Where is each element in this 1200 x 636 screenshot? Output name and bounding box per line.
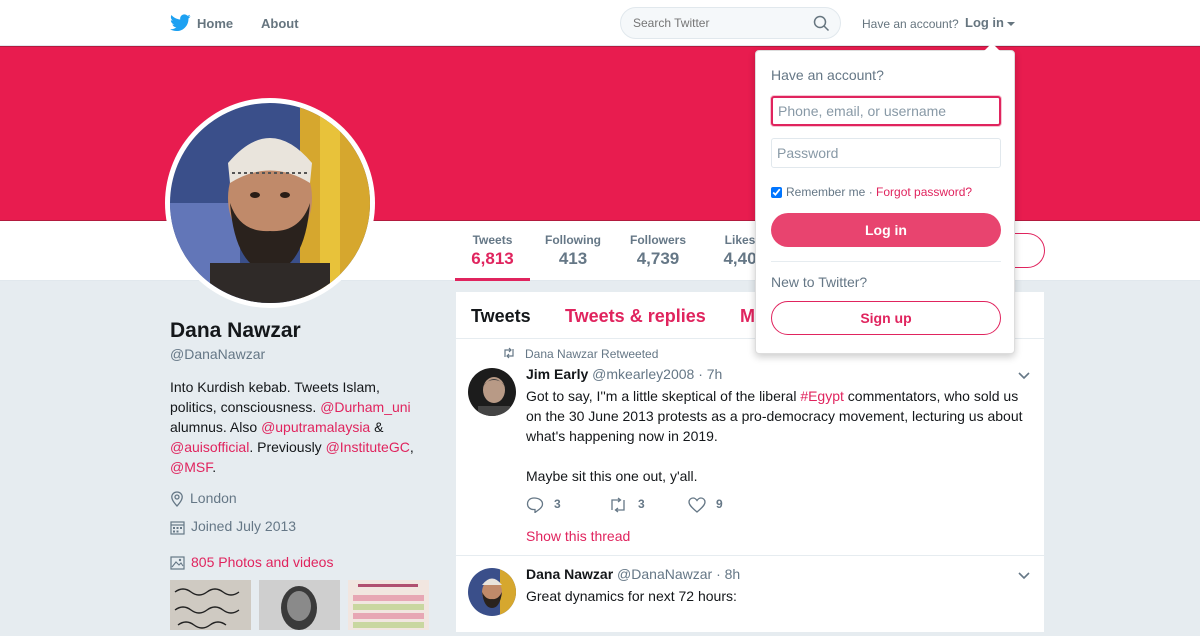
- search-icon[interactable]: [813, 15, 830, 32]
- reply-icon: [526, 497, 544, 514]
- have-account-text: Have an account?: [862, 17, 959, 31]
- heart-icon: [688, 497, 706, 513]
- stat-following[interactable]: Following 413: [543, 233, 603, 269]
- login-button[interactable]: Log in: [771, 213, 1001, 247]
- bio-mention-link[interactable]: @Durham_uni: [320, 399, 410, 415]
- location-text: London: [190, 490, 237, 506]
- image-icon: [170, 556, 185, 570]
- location-pin-icon: [171, 491, 183, 508]
- media-thumbnail[interactable]: [170, 580, 251, 630]
- bio-mention-link[interactable]: @uputramalaysia: [261, 419, 370, 435]
- media-thumbnail[interactable]: [348, 580, 429, 630]
- twitter-bird-icon[interactable]: [170, 14, 191, 32]
- profile-joined-date: Joined July 2013: [170, 518, 296, 535]
- reply-count: 3: [554, 497, 561, 512]
- like-count: 9: [716, 497, 723, 512]
- stat-label: Following: [545, 233, 601, 247]
- tweet-text-part: Got to say, I''m a little skeptical of t…: [526, 388, 801, 404]
- password-input[interactable]: [771, 138, 1001, 168]
- stat-value: 6,813: [471, 249, 514, 268]
- stat-followers[interactable]: Followers 4,739: [628, 233, 688, 269]
- tweet-item[interactable]: Dana Nawzar @DanaNawzar · 8h Great dynam…: [456, 556, 1044, 636]
- photos-label: 805 Photos and videos: [191, 554, 334, 570]
- calendar-icon: [170, 521, 185, 535]
- profile-name[interactable]: Dana Nawzar: [170, 319, 301, 343]
- bio-text: ,: [409, 439, 414, 455]
- media-thumbnail[interactable]: [259, 580, 340, 630]
- tweet-timestamp[interactable]: · 8h: [716, 566, 740, 582]
- retweet-small-icon: [504, 347, 514, 359]
- bio-text: alumnus. Also: [170, 419, 262, 435]
- tweet-author-handle[interactable]: @DanaNawzar: [617, 566, 712, 582]
- remember-me-label[interactable]: Remember me: [786, 185, 865, 199]
- top-navigation-bar: Home About Have an account? Log in: [0, 0, 1200, 46]
- profile-handle[interactable]: @DanaNawzar: [170, 346, 265, 362]
- tweet-header: Dana Nawzar @DanaNawzar · 8h: [526, 566, 740, 582]
- caret-down-icon: [1007, 21, 1015, 26]
- tweet-avatar[interactable]: [468, 568, 516, 616]
- show-thread-link[interactable]: Show this thread: [526, 528, 630, 544]
- tweet-header: Jim Early @mkearley2008 · 7h: [526, 366, 722, 382]
- tweet-text: Got to say, I''m a little skeptical of t…: [526, 386, 1036, 446]
- hashtag-link[interactable]: #Egypt: [800, 388, 844, 404]
- stat-label: Tweets: [472, 233, 513, 247]
- retweet-count: 3: [638, 497, 645, 512]
- profile-location: London: [170, 490, 237, 508]
- tweet-author-name[interactable]: Jim Early: [526, 366, 588, 382]
- tab-media[interactable]: M: [740, 306, 755, 327]
- photos-and-videos-link[interactable]: 805 Photos and videos: [170, 554, 333, 570]
- forgot-password-link[interactable]: Forgot password?: [876, 185, 972, 199]
- tweet-item[interactable]: Dana Nawzar Retweeted Jim Early @mkearle…: [456, 339, 1044, 556]
- retweet-button[interactable]: 3: [608, 497, 645, 513]
- tweet-author-handle[interactable]: @mkearley2008: [592, 366, 694, 382]
- avatar-photo: [170, 103, 370, 303]
- username-input[interactable]: [771, 96, 1001, 126]
- chevron-down-icon[interactable]: [1018, 572, 1030, 580]
- login-dropdown-toggle[interactable]: Log in: [965, 15, 1015, 30]
- like-button[interactable]: 9: [688, 497, 723, 513]
- tab-tweets[interactable]: Tweets: [471, 306, 531, 327]
- stat-label: Followers: [629, 233, 686, 247]
- tweet-text: Great dynamics for next 72 hours:: [526, 588, 737, 604]
- search-box[interactable]: [620, 7, 841, 39]
- login-dropdown: Have an account? Remember me · Forgot pa…: [755, 43, 1015, 354]
- login-dropdown-title: Have an account?: [771, 67, 884, 83]
- chevron-down-icon[interactable]: [1018, 372, 1030, 380]
- separator-dot: ·: [865, 185, 877, 199]
- stat-value: 4,739: [636, 249, 680, 268]
- bio-text: . Previously: [249, 439, 326, 455]
- tweet-timestamp[interactable]: · 7h: [698, 366, 722, 382]
- retweet-icon: [611, 497, 625, 513]
- login-link-label: Log in: [965, 15, 1004, 30]
- joined-text: Joined July 2013: [191, 518, 297, 534]
- signup-button[interactable]: Sign up: [771, 301, 1001, 335]
- retweeted-by-label[interactable]: Dana Nawzar Retweeted: [525, 347, 658, 361]
- search-input[interactable]: [633, 16, 803, 30]
- remember-me-checkbox[interactable]: [771, 187, 782, 199]
- bio-mention-link[interactable]: @auisofficial: [170, 439, 249, 455]
- profile-bio: Into Kurdish kebab. Tweets Islam, politi…: [170, 377, 430, 477]
- stat-tweets[interactable]: Tweets 6,813: [470, 233, 515, 269]
- bio-mention-link[interactable]: @InstituteGC: [326, 439, 410, 455]
- tweet-text-paragraph: Maybe sit this one out, y'all.: [526, 468, 698, 484]
- reply-button[interactable]: 3: [526, 497, 561, 514]
- bio-text: .: [212, 459, 217, 475]
- new-to-twitter-text: New to Twitter?: [771, 274, 868, 290]
- active-stat-indicator: [455, 278, 530, 281]
- nav-home-link[interactable]: Home: [197, 16, 233, 31]
- profile-avatar[interactable]: [165, 98, 375, 308]
- remember-me-row: Remember me · Forgot password?: [771, 185, 972, 199]
- bio-text: &: [370, 419, 384, 435]
- tweet-author-name[interactable]: Dana Nawzar: [526, 566, 613, 582]
- tab-tweets-and-replies[interactable]: Tweets & replies: [565, 306, 706, 327]
- divider: [771, 261, 1001, 262]
- stat-value: 413: [558, 249, 588, 268]
- tweet-avatar[interactable]: [468, 368, 516, 416]
- bio-mention-link[interactable]: @MSF: [170, 459, 212, 475]
- nav-about-link[interactable]: About: [261, 16, 299, 31]
